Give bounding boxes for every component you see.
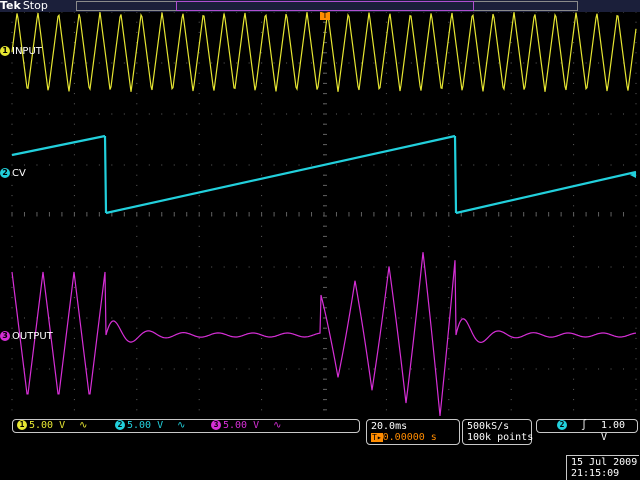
svg-text:T: T	[322, 12, 328, 20]
trigger-position-icon: T▸	[371, 433, 383, 442]
trigger-level: 1.00 V	[601, 420, 626, 443]
timebase-scale: 20.0ms	[371, 421, 408, 432]
ch2-label: 2 CV	[0, 168, 26, 179]
ch2-cv-trace	[11, 134, 637, 215]
ch2-scale-icon: 2	[115, 420, 125, 430]
date-time-display: 15 Jul 2009 21:15:09	[566, 455, 639, 480]
ch1-name: INPUT	[12, 46, 42, 57]
ch1-input-trace	[11, 12, 637, 92]
ch2-name: CV	[12, 168, 26, 179]
date: 15 Jul 2009	[571, 457, 638, 468]
timebase-readout[interactable]: 20.0ms T▸0.00000 s	[366, 419, 460, 445]
trigger-position-value: 0.00000 s	[382, 432, 437, 443]
ch2-scale-group: 2 5.00 V ∿	[115, 420, 186, 432]
ch2-marker-icon: 2	[0, 168, 10, 178]
bottom-readout-panel: 1 5.00 V ∿ 2 5.00 V ∿ 3 5.00 V ∿ 20.0ms T▸0…	[0, 418, 640, 480]
waveform-graticule: T	[11, 10, 637, 421]
ch3-coupling-icon: ∿	[273, 420, 282, 431]
ch1-scale: 5.00 V	[29, 420, 66, 431]
trigger-source-group: 2 ∫	[557, 420, 587, 432]
ch3-marker-icon: 3	[0, 331, 10, 341]
ch3-scale: 5.00 V	[223, 420, 260, 431]
ch3-label: 3 OUTPUT	[0, 331, 53, 342]
acquisition-state: Stop	[22, 0, 48, 12]
ch1-coupling-icon: ∿	[79, 420, 88, 431]
brand-label: Tek	[0, 0, 21, 12]
rising-edge-icon: ∫	[581, 420, 588, 431]
trigger-position-readout: T▸0.00000 s	[371, 432, 437, 443]
trigger-source-icon: 2	[557, 420, 567, 430]
ch2-scale: 5.00 V	[127, 420, 164, 431]
ch3-scale-group: 3 5.00 V ∿	[211, 420, 282, 432]
acquisition-readout[interactable]: 500kS/s 100k points	[462, 419, 534, 445]
record-length: 100k points	[467, 432, 534, 443]
ch1-marker-icon: 1	[0, 46, 10, 56]
ch2-coupling-icon: ∿	[177, 420, 186, 431]
top-status-bar: Tek Stop	[0, 0, 640, 12]
screen-window-indicator	[176, 1, 474, 11]
channel-scale-readout[interactable]: 1 5.00 V ∿ 2 5.00 V ∿ 3 5.00 V ∿	[12, 419, 360, 433]
waveform-display: T 1 INPUT 2 CV 3 OUTPUT	[0, 10, 640, 421]
brand-status: Tek Stop	[0, 0, 48, 12]
trigger-position-marker: T	[320, 10, 330, 20]
sample-rate: 500kS/s	[467, 421, 510, 432]
ch1-scale-group: 1 5.00 V ∿	[17, 420, 88, 432]
trigger-readout[interactable]: 2 ∫ 1.00 V	[536, 419, 638, 443]
ch3-name: OUTPUT	[12, 331, 53, 342]
ch3-scale-icon: 3	[211, 420, 221, 430]
ch1-label: 1 INPUT	[0, 46, 42, 57]
time: 21:15:09	[571, 468, 620, 479]
ch1-scale-icon: 1	[17, 420, 27, 430]
